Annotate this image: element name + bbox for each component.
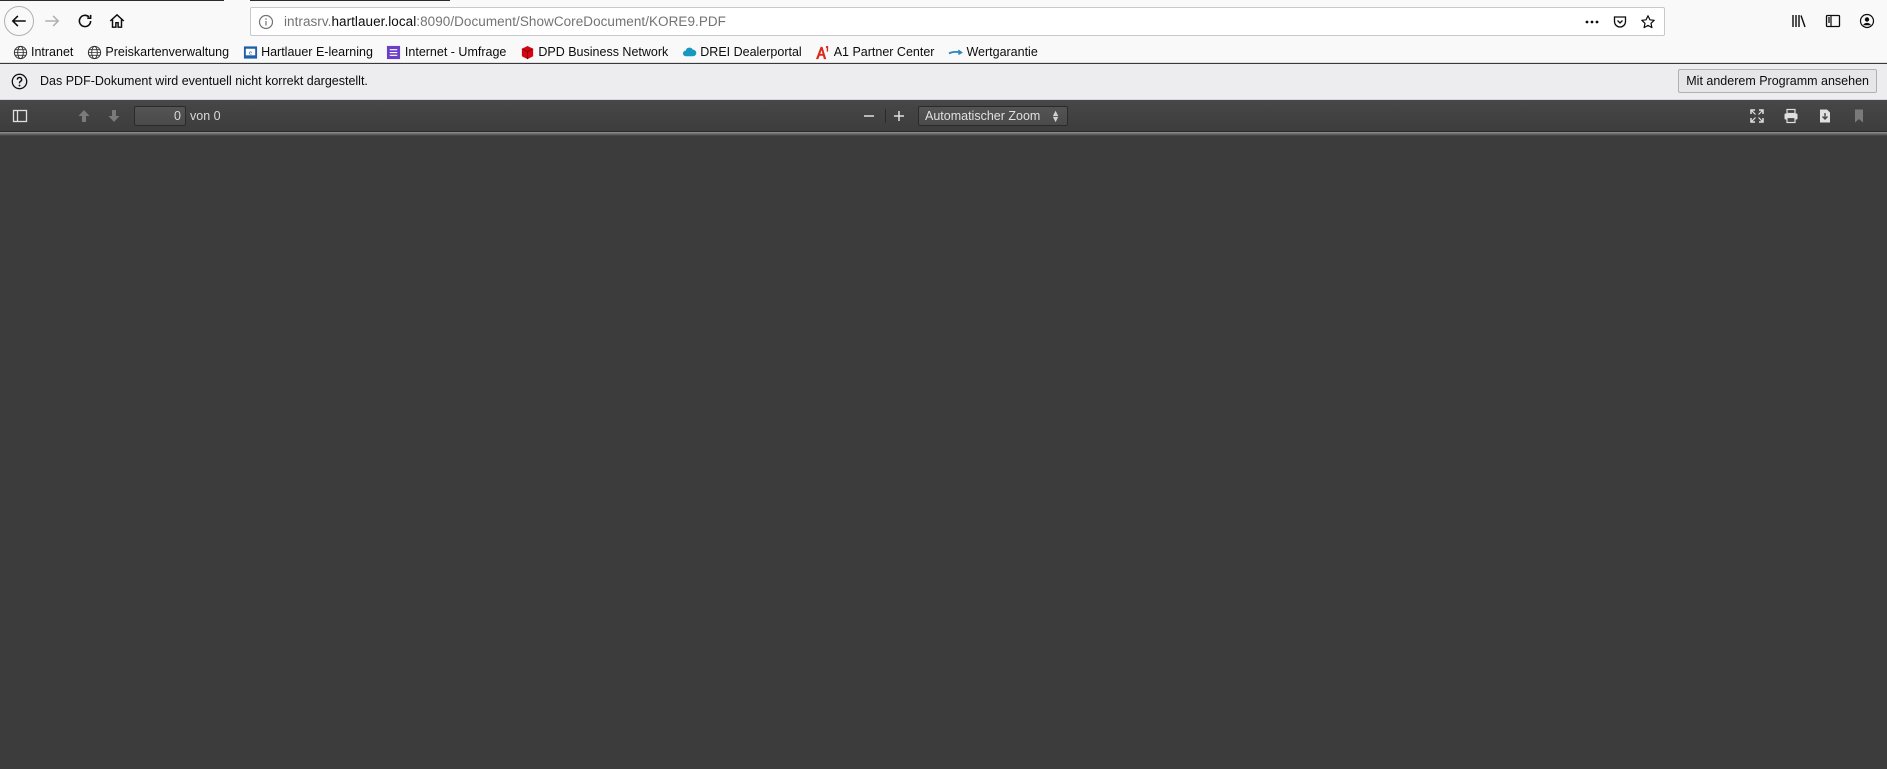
bookmark-intranet[interactable]: Intranet (12, 44, 73, 60)
zoom-select[interactable]: Automatischer Zoom ▲ ▼ (918, 106, 1068, 126)
survey-icon (387, 45, 401, 59)
tab-strip-edge (0, 0, 224, 1)
print-icon (1784, 108, 1798, 124)
bookmark-label: Hartlauer E-learning (261, 45, 373, 59)
arrow-left-icon (11, 15, 26, 27)
globe-icon (13, 45, 27, 59)
star-icon (1641, 15, 1655, 29)
account-icon (1859, 13, 1875, 29)
reload-button[interactable] (70, 6, 100, 36)
presentation-mode-button[interactable] (1745, 106, 1769, 126)
reload-icon (78, 14, 92, 28)
account-button[interactable] (1857, 11, 1877, 31)
more-dots-icon (1585, 20, 1599, 24)
bookmark-drei-dealerportal[interactable]: DREI Dealerportal (681, 44, 802, 60)
sidebar-icon (1825, 14, 1841, 28)
bookmark-label: Internet - Umfrage (404, 45, 507, 59)
bookmark-label: Preiskartenverwaltung (105, 45, 230, 59)
elearning-icon: e (243, 45, 257, 59)
zoom-select-value: Automatischer Zoom (925, 109, 1041, 123)
bookmark-a1-partner-center[interactable]: A1 Partner Center (815, 44, 935, 60)
question-icon (11, 73, 28, 90)
current-view-bookmark-button[interactable] (1847, 106, 1871, 126)
arrow-icon (948, 49, 963, 55)
url-path: :8090/Document/ShowCoreDocument/KORE9.PD… (416, 14, 726, 29)
svg-text:e: e (248, 50, 252, 56)
bookmark-dpd-business-network[interactable]: DPD Business Network (519, 44, 668, 60)
bookmark-label: DPD Business Network (538, 45, 669, 59)
page-count-label: von 0 (190, 109, 221, 123)
info-icon[interactable] (258, 14, 274, 30)
pocket-button[interactable] (1610, 12, 1630, 32)
url-bar[interactable]: intrasrv.hartlauer.local:8090/Document/S… (250, 7, 1665, 36)
notification-message: Das PDF-Dokument wird eventuell nicht ko… (40, 74, 368, 88)
url-text[interactable]: intrasrv.hartlauer.local:8090/Document/S… (284, 14, 726, 29)
browser-tools (1789, 11, 1877, 31)
cloud-icon (682, 47, 697, 56)
pdf-viewer-container[interactable] (0, 132, 1887, 769)
url-prefix: intrasrv. (284, 14, 332, 29)
zoom-separator (885, 109, 886, 123)
plus-icon (894, 111, 904, 121)
open-with-other-program-button[interactable]: Mit anderem Programm ansehen (1678, 69, 1877, 93)
bookmark-internet-umfrage[interactable]: Internet - Umfrage (386, 44, 506, 60)
print-button[interactable] (1779, 106, 1803, 126)
url-host: hartlauer.local (331, 14, 417, 29)
pocket-icon (1613, 16, 1627, 28)
arrow-down-icon (108, 110, 120, 122)
bookmark-wertgarantie[interactable]: Wertgarantie (947, 44, 1038, 60)
bookmark-label: Intranet (31, 45, 74, 59)
bookmark-label: Wertgarantie (966, 45, 1038, 59)
download-icon (1820, 109, 1830, 123)
navigation-toolbar: intrasrv.hartlauer.local:8090/Document/S… (0, 0, 1887, 42)
home-button[interactable] (102, 6, 132, 36)
back-button[interactable] (4, 6, 34, 36)
url-actions (1582, 12, 1658, 32)
bookmark-label: DREI Dealerportal (700, 45, 802, 59)
minus-icon (864, 115, 874, 117)
pdf-toolbar: von 0 Automatischer Zoom ▲▼ (0, 100, 1887, 132)
zoom-in-button[interactable] (887, 106, 911, 126)
arrow-up-icon (78, 110, 90, 122)
bookmark-icon (1855, 109, 1863, 123)
tab-strip-edge (250, 0, 450, 1)
download-button[interactable] (1813, 106, 1837, 126)
fullscreen-icon (1750, 109, 1764, 123)
bookmark-label: A1 Partner Center (833, 45, 935, 59)
pdf-notification-bar: Das PDF-Dokument wird eventuell nicht ko… (0, 64, 1887, 100)
previous-page-button[interactable] (72, 106, 96, 126)
bookmark-star-button[interactable] (1638, 12, 1658, 32)
bookmarks-toolbar: Intranet Preiskartenverwaltung e Hartlau… (0, 42, 1887, 63)
bookmark-preiskartenverwaltung[interactable]: Preiskartenverwaltung (86, 44, 229, 60)
page-number-input[interactable] (134, 106, 186, 126)
globe-icon (87, 45, 101, 59)
home-icon (109, 13, 125, 28)
page-actions-button[interactable] (1582, 12, 1602, 32)
zoom-out-button[interactable] (857, 106, 881, 126)
toolbar-shadow (0, 132, 1887, 136)
bookmark-hartlauer-elearning[interactable]: e Hartlauer E-learning (242, 44, 373, 60)
next-page-button[interactable] (102, 106, 126, 126)
sidebar-toggle-icon (12, 109, 28, 123)
sidebar-toggle-button[interactable] (8, 106, 32, 126)
sidebar-button[interactable] (1823, 11, 1843, 31)
forward-button[interactable] (37, 6, 67, 36)
arrow-right-icon (45, 15, 60, 27)
library-button[interactable] (1789, 11, 1809, 31)
a1-icon (816, 45, 829, 59)
library-icon (1792, 15, 1806, 28)
dpd-icon (521, 45, 534, 59)
select-caret-icon: ▲ ▼ (1051, 108, 1060, 124)
